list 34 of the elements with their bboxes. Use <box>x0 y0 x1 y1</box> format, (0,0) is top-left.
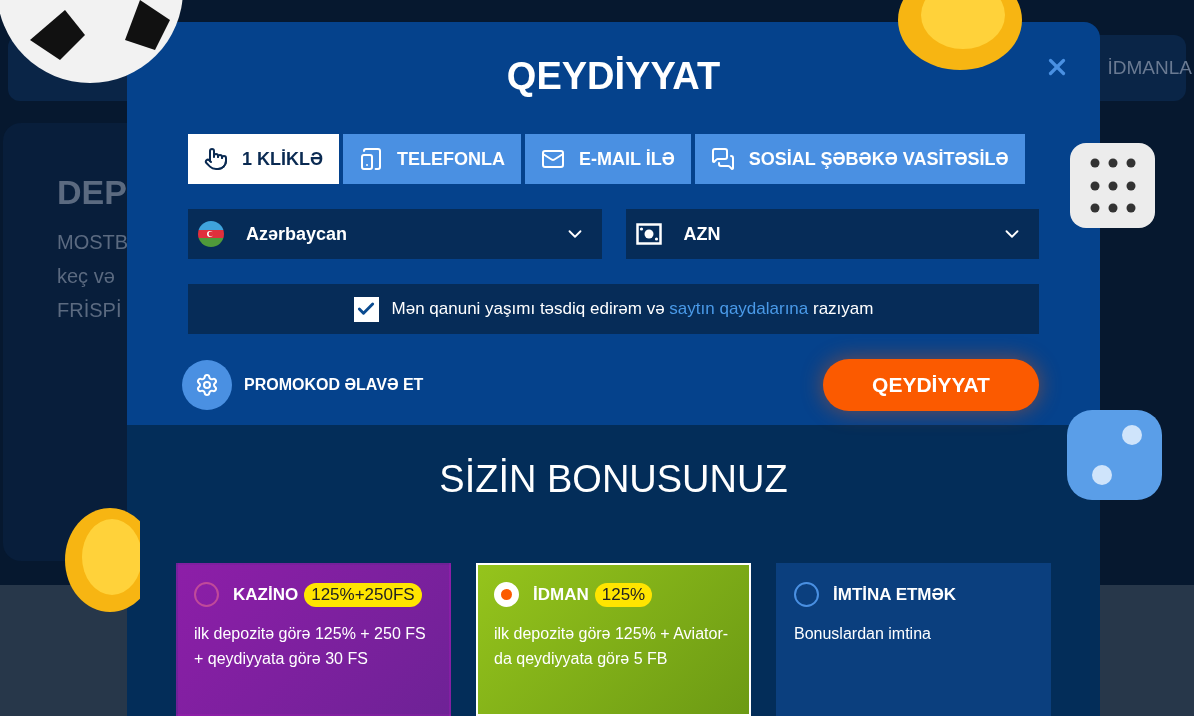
bonus-option-card[interactable]: İDMAN 125% ilk depozitə görə 125% + Aviator-da qeydiyyata görə 5 FB <box>476 563 751 716</box>
flag-icon <box>198 221 224 247</box>
rules-link[interactable]: saytın qaydalarına <box>669 299 809 318</box>
bonus-option-title: İMTİNA ETMƏK <box>833 584 957 605</box>
promo-code-button[interactable]: PROMOKOD ƏLAVƏ ET <box>176 359 430 411</box>
nav-link[interactable]: İDMANLA <box>1107 57 1192 79</box>
chat-bubbles-icon <box>710 147 735 171</box>
mail-icon <box>541 147 566 171</box>
bonus-option-title: KAZİNO <box>233 584 299 605</box>
pointer-hand-icon <box>204 147 228 171</box>
radio-button[interactable] <box>794 582 819 607</box>
agreement-checkbox[interactable] <box>353 296 379 322</box>
bonus-option-title: İDMAN <box>533 584 589 605</box>
bonus-badge: 125% <box>594 582 653 607</box>
promo-title: DEP <box>57 173 127 212</box>
agreement-text: Mən qanuni yaşımı təsdiq edirəm və saytın qaydalarına razıyam <box>391 299 874 319</box>
currency-select[interactable]: AZN <box>625 209 1039 259</box>
registration-tab[interactable]: 1 KLİKLƏ <box>188 134 340 184</box>
bonus-description: Bonuslardan imtina <box>794 624 932 644</box>
bonus-title: SİZİN BONUSUNUZ <box>439 457 788 502</box>
tablet-icon <box>359 147 384 171</box>
bonus-option-card[interactable]: KAZİNO 125%+250FS ilk depozitə görə 125% + 250 FS + qeydiyyata görə 30 FS <box>176 563 451 716</box>
country-select[interactable]: Azərbaycan <box>188 209 602 259</box>
dialog-title: QEYDİYYAT <box>506 54 721 99</box>
radio-button[interactable] <box>194 582 219 607</box>
bonus-description: ilk depozitə görə 125% + Aviator-da qeydiyyata görə 5 FB <box>494 624 730 669</box>
banknote-icon <box>635 223 662 245</box>
promo-text: FRİSPİ <box>57 298 122 323</box>
bonus-description: ilk depozitə görə 125% + 250 FS + qeydiyyata görə 30 FS <box>194 624 427 669</box>
promo-text: MOSTB <box>57 230 129 255</box>
bonus-badge: 125%+250FS <box>304 582 422 607</box>
gear-icon <box>182 360 232 410</box>
bonus-option-card[interactable]: İMTİNA ETMƏK Bonuslardan imtina <box>776 563 1051 716</box>
promo-text: keç və <box>57 264 115 289</box>
